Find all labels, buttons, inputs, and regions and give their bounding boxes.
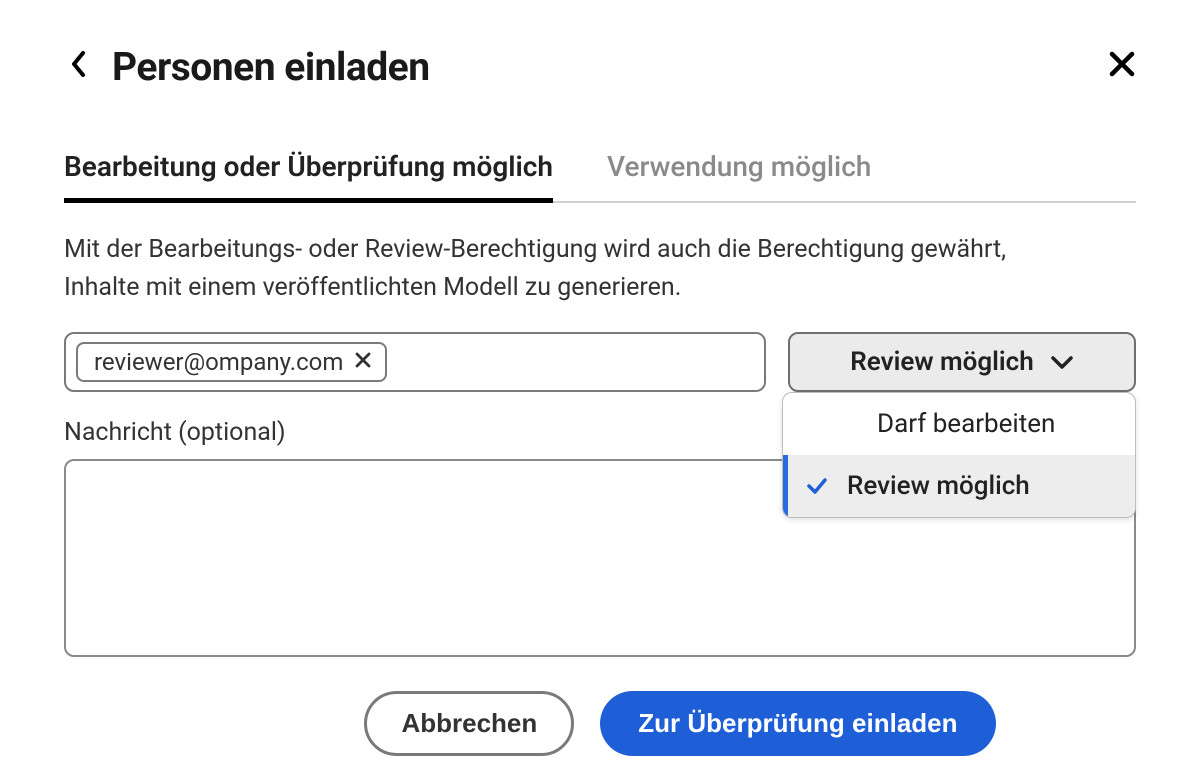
permission-dropdown-menu: Darf bearbeiten Review möglich (782, 392, 1136, 518)
x-icon (355, 352, 371, 368)
remove-email-button[interactable] (355, 351, 371, 373)
close-button[interactable] (1108, 50, 1136, 78)
invite-to-review-button[interactable]: Zur Überprüfung einladen (600, 691, 995, 756)
email-input[interactable]: reviewer@ompany.com (64, 332, 766, 392)
email-chip-text: reviewer@ompany.com (94, 348, 343, 376)
chevron-down-icon (1050, 354, 1074, 370)
invite-people-dialog: Personen einladen Bearbeitung oder Überp… (0, 0, 1200, 775)
back-button[interactable] (64, 46, 94, 88)
dialog-header: Personen einladen (64, 44, 1136, 90)
permission-option-label: Darf bearbeiten (877, 409, 1055, 439)
invite-row: reviewer@ompany.com Review möglich (64, 332, 1136, 392)
tab-can-use[interactable]: Verwendung möglich (607, 150, 871, 201)
chevron-left-icon (70, 50, 88, 78)
permission-dropdown-button[interactable]: Review möglich (788, 332, 1136, 392)
permission-option-can-edit[interactable]: Darf bearbeiten (783, 393, 1135, 455)
tab-edit-or-review[interactable]: Bearbeitung oder Überprüfung möglich (64, 150, 553, 201)
dialog-footer: Abbrechen Zur Überprüfung einladen (224, 691, 1136, 756)
dialog-title: Personen einladen (112, 44, 430, 90)
check-icon (805, 474, 841, 498)
cancel-button[interactable]: Abbrechen (364, 691, 574, 756)
permission-option-can-review[interactable]: Review möglich (783, 455, 1135, 517)
check-icon (805, 412, 841, 436)
email-chip: reviewer@ompany.com (76, 342, 387, 382)
permission-tabs: Bearbeitung oder Überprüfung möglich Ver… (64, 150, 1136, 203)
permission-option-label: Review möglich (847, 471, 1030, 501)
close-icon (1108, 50, 1136, 78)
permission-selected-label: Review möglich (850, 347, 1033, 377)
permission-description: Mit der Bearbeitungs- oder Review-Berech… (64, 231, 1064, 306)
